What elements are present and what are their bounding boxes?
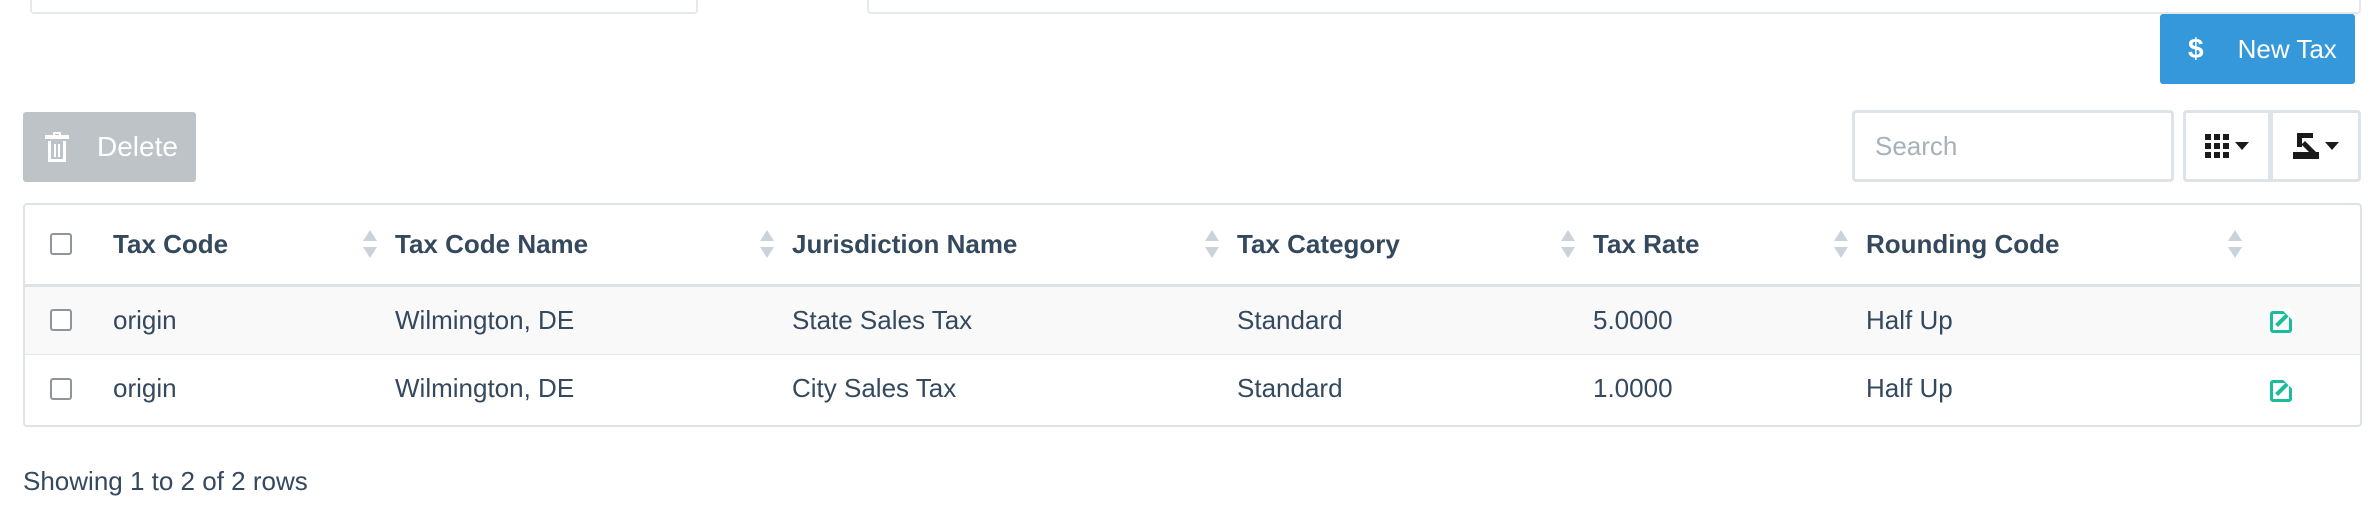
cell-jurisdiction: City Sales Tax [792, 373, 957, 404]
tax-management-page: $ New Tax Delete Search Tax Code Tax Cod… [0, 0, 2377, 514]
new-tax-label: New Tax [2237, 33, 2337, 64]
tab-panel-right[interactable] [867, 0, 2361, 14]
select-all-checkbox[interactable] [50, 233, 72, 256]
row-checkbox[interactable] [50, 309, 72, 331]
header-tax-rate[interactable]: Tax Rate [1593, 205, 1866, 285]
cell-category: Standard [1237, 304, 1343, 335]
cell-tax-code: origin [113, 304, 177, 335]
trash-icon [45, 132, 69, 162]
sort-icon [1561, 230, 1575, 259]
delete-button[interactable]: Delete [23, 112, 196, 182]
cell-tax-code: origin [113, 373, 177, 404]
sort-icon [2228, 230, 2242, 259]
caret-down-icon [2324, 142, 2339, 150]
header-actions [2260, 205, 2360, 285]
edit-icon[interactable] [2270, 376, 2296, 402]
caret-down-icon [2235, 142, 2249, 150]
table-header-row: Tax Code Tax Code Name Jurisdiction Name… [25, 205, 2360, 285]
row-select-cell [25, 354, 113, 423]
search-input[interactable] [1852, 110, 2174, 182]
delete-label: Delete [97, 131, 178, 162]
pagination-info: Showing 1 to 2 of 2 rows [23, 466, 308, 496]
cell-jurisdiction: State Sales Tax [792, 304, 973, 335]
tab-panel-left[interactable] [30, 0, 698, 14]
cell-actions [2260, 354, 2360, 423]
new-tax-button[interactable]: $ New Tax [2160, 14, 2355, 84]
table-row[interactable]: origin Wilmington, DE City Sales Tax Sta… [25, 354, 2360, 423]
columns-grid-icon [2205, 134, 2229, 158]
sort-icon [760, 230, 774, 259]
row-select-cell [25, 285, 113, 354]
select-all-cell [25, 205, 113, 285]
sort-icon [1834, 230, 1848, 259]
cell-rounding: Half Up [1866, 304, 1953, 335]
cell-tax-code-name: Wilmington, DE [395, 373, 575, 404]
export-button[interactable] [2270, 110, 2361, 182]
header-tax-category[interactable]: Tax Category [1237, 205, 1593, 285]
cell-tax-code-name: Wilmington, DE [395, 304, 575, 335]
table-row[interactable]: origin Wilmington, DE State Sales Tax St… [25, 285, 2360, 354]
sort-icon [1205, 230, 1219, 259]
dollar-icon: $ [2188, 33, 2204, 64]
cell-rate: 1.0000 [1593, 373, 1673, 404]
header-tax-code[interactable]: Tax Code [113, 205, 395, 285]
columns-toggle-button[interactable] [2183, 110, 2271, 182]
sort-icon [363, 230, 377, 259]
header-jurisdiction-name[interactable]: Jurisdiction Name [792, 205, 1237, 285]
cell-rounding: Half Up [1866, 373, 1953, 404]
export-icon [2292, 133, 2319, 159]
tax-table: Tax Code Tax Code Name Jurisdiction Name… [23, 203, 2362, 427]
edit-icon[interactable] [2270, 307, 2296, 333]
cell-rate: 5.0000 [1593, 304, 1673, 335]
top-tab-bar [0, 0, 2377, 14]
cell-category: Standard [1237, 373, 1343, 404]
row-checkbox[interactable] [50, 377, 72, 400]
header-tax-code-name[interactable]: Tax Code Name [395, 205, 792, 285]
cell-actions [2260, 285, 2360, 354]
header-rounding-code[interactable]: Rounding Code [1866, 205, 2260, 285]
